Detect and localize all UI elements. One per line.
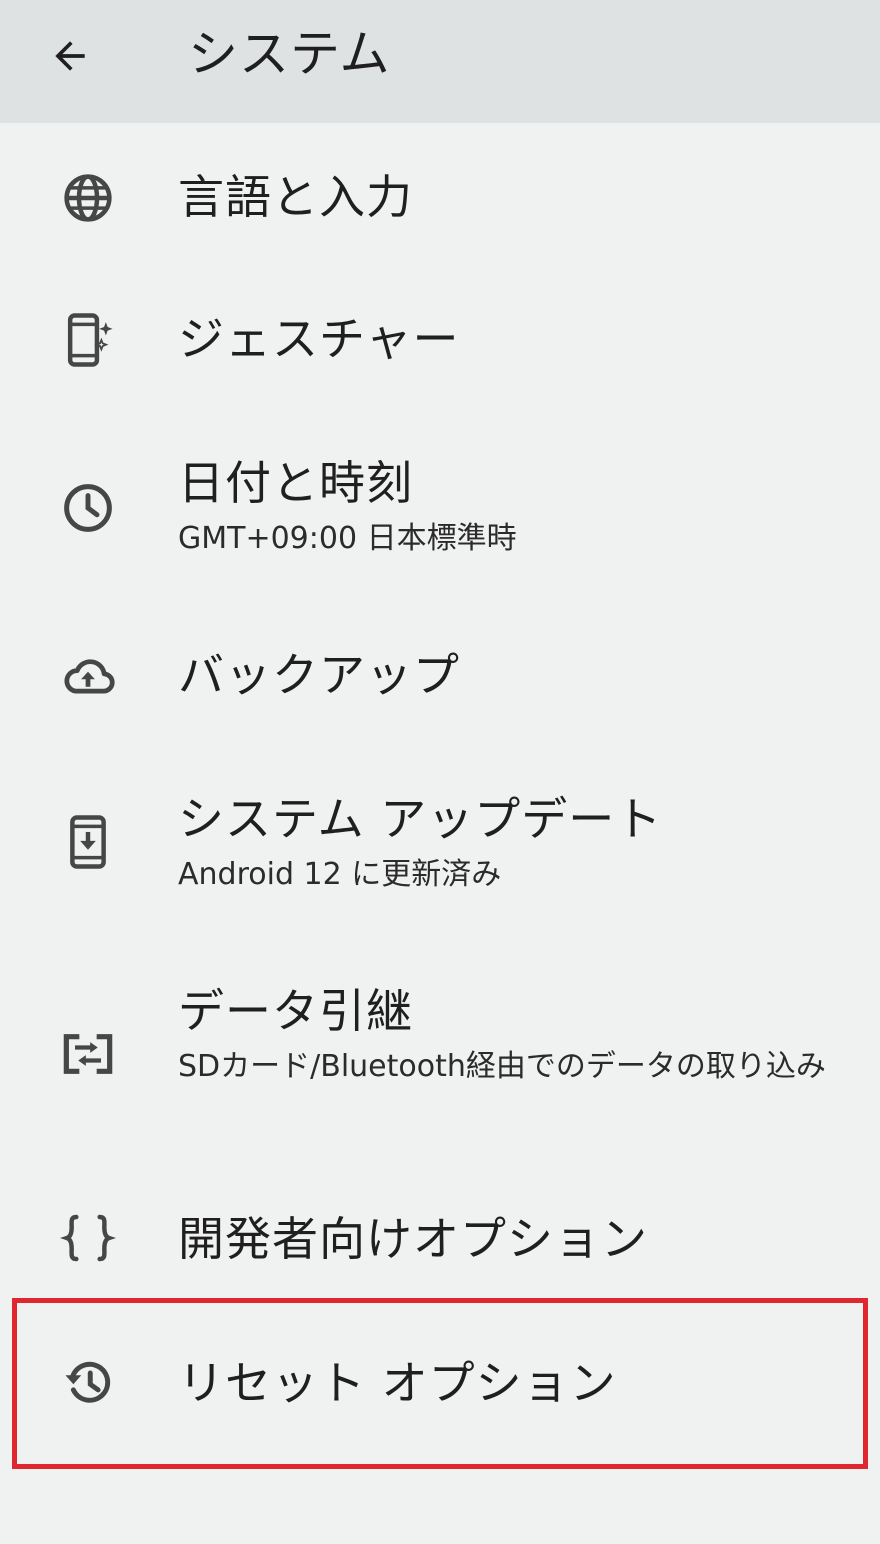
- settings-item-developer-options[interactable]: 開発者向けオプション: [0, 1180, 880, 1300]
- settings-item-title: 開発者向けオプション: [178, 1212, 648, 1266]
- restore-history-icon: [65, 1361, 111, 1403]
- gesture-phone-icon: [67, 313, 113, 367]
- settings-item-summary: Android 12 に更新済み: [178, 857, 502, 892]
- cloud-upload-icon: [64, 659, 115, 694]
- back-button[interactable]: [40, 28, 100, 84]
- app-bar: システム: [0, 0, 880, 123]
- settings-item-title: データ引継: [178, 984, 413, 1038]
- system-update-icon: [70, 815, 106, 869]
- arrow-back-icon: [55, 41, 85, 71]
- settings-item-gestures[interactable]: ジェスチャー: [0, 282, 880, 402]
- settings-item-language-input[interactable]: 言語と入力: [0, 142, 880, 262]
- settings-item-system-update[interactable]: システム アップデート Android 12 に更新済み: [0, 776, 880, 916]
- settings-item-summary: GMT+09:00 日本標準時: [178, 521, 517, 556]
- settings-item-title: 日付と時刻: [178, 456, 413, 510]
- globe-icon: [64, 174, 112, 222]
- page-title: システム: [188, 25, 391, 83]
- settings-item-backup[interactable]: バックアップ: [0, 620, 880, 740]
- settings-item-title: 言語と入力: [178, 170, 413, 224]
- settings-item-date-time[interactable]: 日付と時刻 GMT+09:00 日本標準時: [0, 440, 880, 580]
- settings-item-reset-options[interactable]: リセット オプション: [0, 1318, 880, 1448]
- data-transfer-icon: [63, 1034, 113, 1074]
- settings-item-title: システム アップデート: [178, 792, 663, 846]
- clock-icon: [64, 484, 112, 532]
- braces-icon: [60, 1214, 116, 1262]
- settings-item-title: バックアップ: [178, 648, 460, 702]
- settings-item-title: リセット オプション: [178, 1356, 617, 1410]
- settings-item-data-transfer[interactable]: データ引継 SDカード/Bluetooth経由でのデータの取り込み: [0, 970, 880, 1140]
- settings-item-title: ジェスチャー: [178, 312, 460, 366]
- settings-item-summary: SDカード/Bluetooth経由でのデータの取り込み: [178, 1049, 826, 1084]
